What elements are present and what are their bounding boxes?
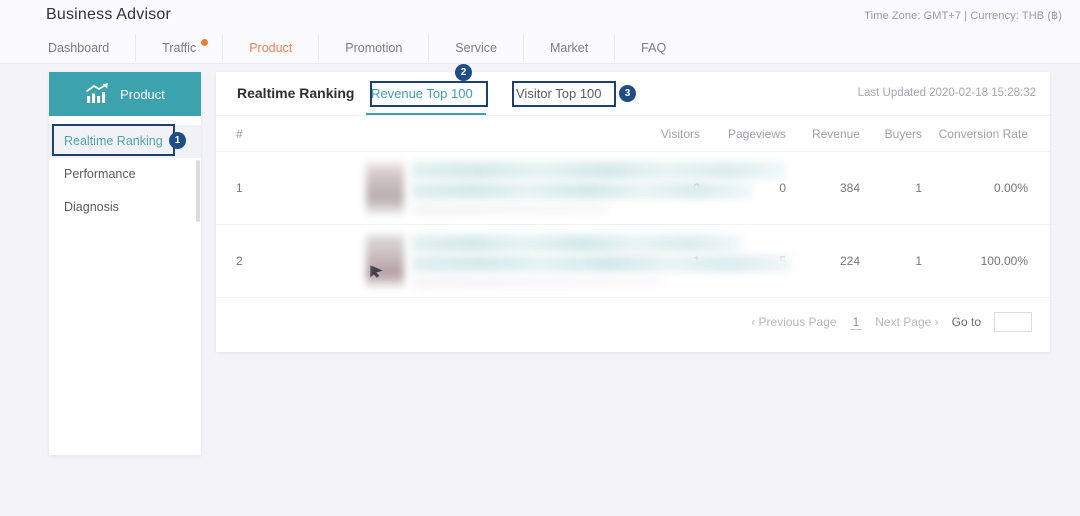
nav-item-dashboard[interactable]: Dashboard [34, 34, 135, 62]
column-header-pageviews: Pageviews [727, 126, 786, 141]
blurred-text-line [412, 162, 786, 179]
nav-item-market[interactable]: Market [522, 34, 614, 62]
column-header-revenue: Revenue [811, 126, 860, 141]
sidebar-header-label: Product [120, 86, 165, 102]
column-header-buyers: Buyers [884, 126, 922, 141]
nav-item-product[interactable]: Product [222, 34, 318, 62]
cell-product[interactable] [292, 225, 792, 297]
column-header-visitors: Visitors [660, 126, 700, 141]
blurred-product-content [366, 233, 792, 291]
blurred-text-line [412, 235, 742, 252]
cell-rank: 1 [236, 181, 243, 195]
blurred-text-line [412, 182, 752, 199]
blurred-product-content [366, 160, 786, 218]
page-number-1[interactable]: 1 [849, 315, 863, 330]
goto-label: Go to [951, 315, 981, 329]
nav-item-label: Service [455, 41, 497, 55]
top-bar: Business Advisor Time Zone: GMT+7 | Curr… [0, 0, 1080, 64]
next-page-button[interactable]: Next Page › [875, 315, 938, 329]
annotation-box-3 [512, 81, 616, 107]
sidebar-item-label: Performance [64, 167, 136, 181]
sidebar-item-label: Diagnosis [64, 200, 119, 214]
sidebar-scrollbar[interactable] [196, 160, 200, 222]
blurred-text-line [412, 255, 792, 272]
main-panel: Realtime Ranking Revenue Top 100 Visitor… [216, 72, 1050, 352]
page-title: Business Advisor [46, 6, 172, 23]
product-thumbnail [366, 162, 404, 214]
cell-rank: 2 [236, 254, 243, 268]
column-header-conversion-rate: Conversion Rate [938, 126, 1028, 141]
blurred-text-line [412, 275, 662, 289]
previous-page-button[interactable]: ‹ Previous Page [751, 315, 836, 329]
table-header-row: # Visitors Pageviews Revenue Buyers Conv… [216, 116, 1050, 152]
nav-item-service[interactable]: Service [428, 34, 523, 62]
bar-chart-up-icon [86, 83, 108, 103]
last-updated-text: Last Updated 2020-02-18 15:28:32 [857, 87, 1036, 99]
blurred-text-line [412, 202, 610, 216]
sidebar-header: Product [49, 72, 201, 116]
goto-page-input[interactable] [994, 312, 1032, 332]
nav-item-label: Dashboard [48, 41, 110, 55]
nav-item-label: Market [549, 41, 589, 55]
sidebar-item-performance[interactable]: Performance [49, 158, 201, 191]
pagination: ‹ Previous Page 1 Next Page › Go to [751, 312, 1032, 332]
sidebar-item-diagnosis[interactable]: Diagnosis [49, 191, 201, 224]
annotation-badge-1: 1 [169, 132, 186, 149]
cell-conversion-rate: 100.00% [980, 254, 1028, 268]
annotation-badge-2: 2 [455, 64, 472, 81]
cell-buyers: 1 [915, 181, 922, 195]
cell-revenue: 224 [839, 254, 860, 268]
annotation-box-1 [52, 124, 175, 156]
nav-item-label: Product [249, 41, 293, 55]
panel-title: Realtime Ranking [237, 85, 355, 101]
cell-buyers: 1 [915, 254, 922, 268]
notification-dot-icon [201, 39, 209, 46]
column-header-rank: # [236, 126, 243, 141]
nav-item-label: Traffic [162, 41, 197, 55]
nav-item-label: FAQ [641, 41, 667, 55]
column-header-product [292, 116, 622, 151]
table-row[interactable]: 2 1 5 224 1 100.00% [216, 225, 1050, 298]
nav-item-traffic[interactable]: Traffic [135, 34, 222, 62]
nav-item-promotion[interactable]: Promotion [318, 34, 428, 62]
nav-item-label: Promotion [345, 41, 403, 55]
table-row[interactable]: 1 0 0 384 1 0.00% [216, 152, 1050, 225]
nav-item-faq[interactable]: FAQ [614, 34, 692, 62]
app-root: Business Advisor Time Zone: GMT+7 | Curr… [0, 0, 1080, 516]
cell-conversion-rate: 0.00% [993, 181, 1028, 195]
timezone-currency-meta: Time Zone: GMT+7 | Currency: THB (฿) [864, 10, 1062, 22]
active-tab-underline [366, 113, 486, 115]
ranking-table: # Visitors Pageviews Revenue Buyers Conv… [216, 116, 1050, 298]
product-thumbnail [366, 235, 404, 287]
cell-revenue: 384 [839, 181, 860, 195]
cell-product[interactable] [292, 152, 786, 224]
annotation-badge-3: 3 [619, 85, 636, 102]
annotation-box-2 [370, 81, 488, 107]
main-navigation: Dashboard Traffic Product Promotion Serv… [34, 34, 692, 62]
